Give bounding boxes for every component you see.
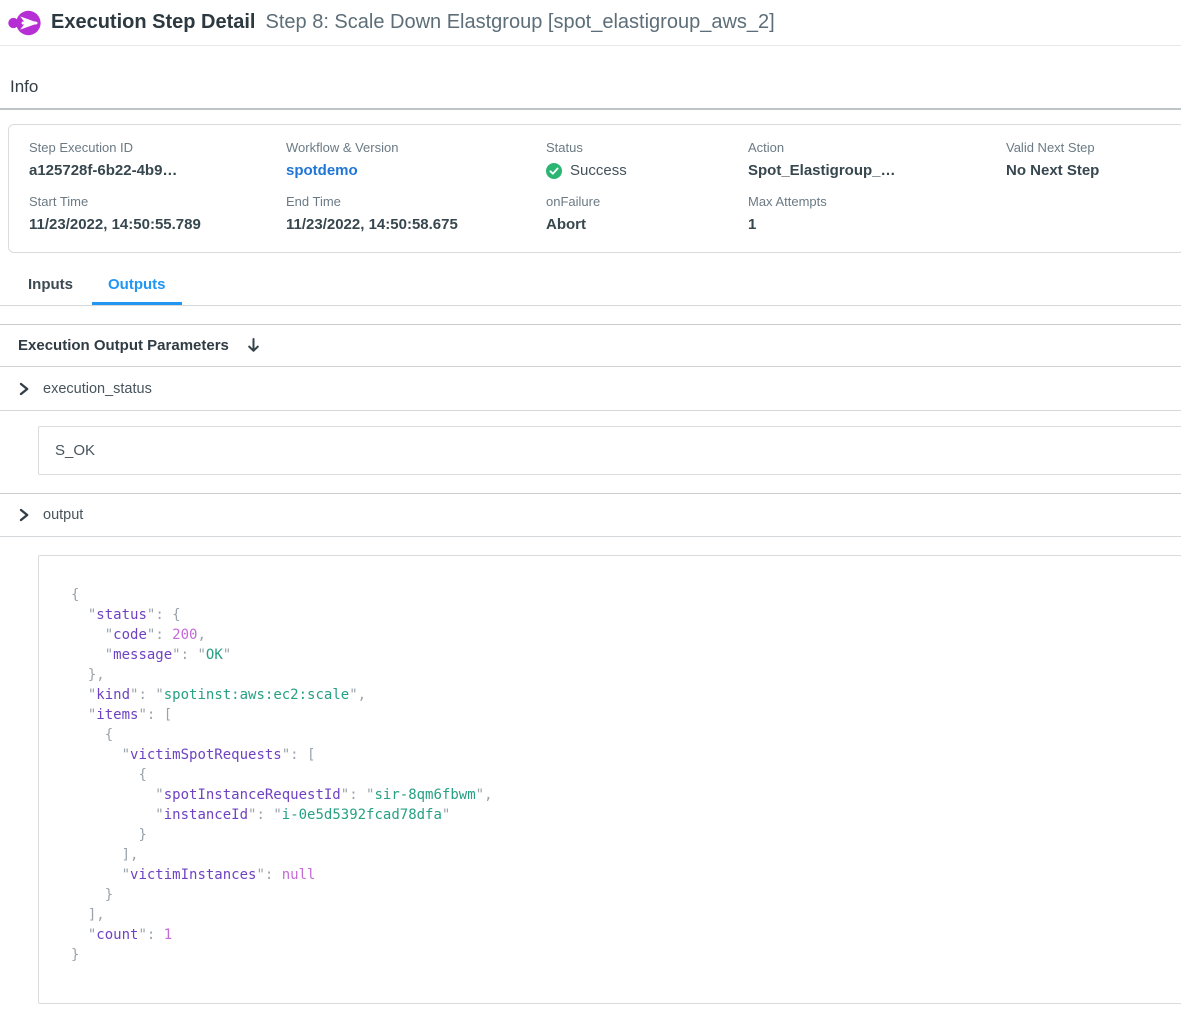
tab-outputs[interactable]: Outputs xyxy=(92,276,182,305)
chevron-right-icon[interactable] xyxy=(18,382,30,396)
info-field-onfailure: onFailure Abort xyxy=(546,194,748,233)
info-field-end-time: End Time 11/23/2022, 14:50:58.675 xyxy=(286,194,546,233)
info-field-action: Action Spot_Elastigroup_… xyxy=(748,140,1006,179)
info-section-heading: Info xyxy=(0,77,1181,110)
page-subtitle: Step 8: Scale Down Elastgroup [spot_elas… xyxy=(266,11,775,34)
info-card: Step Execution ID a125728f-6b22-4b9… Wor… xyxy=(8,124,1181,253)
status-text: Success xyxy=(570,162,627,179)
param-name: execution_status xyxy=(43,381,152,397)
collapse-all-icon[interactable] xyxy=(246,337,261,354)
info-field-valid-next-step: Valid Next Step No Next Step xyxy=(1006,140,1164,179)
status-badge: Success xyxy=(546,162,748,179)
info-field-start-time: Start Time 11/23/2022, 14:50:55.789 xyxy=(29,194,286,233)
page-title: Execution Step Detail xyxy=(51,11,256,34)
json-output: { "status": { "code": 200, "message": "O… xyxy=(71,585,1152,965)
param-row-execution-status[interactable]: execution_status xyxy=(0,367,1181,411)
tab-bar: Inputs Outputs xyxy=(0,270,1181,306)
info-field-empty xyxy=(1006,194,1164,233)
execution-status-value: S_OK xyxy=(55,442,95,459)
workflow-link[interactable]: spotdemo xyxy=(286,162,546,179)
param-row-output[interactable]: output xyxy=(0,493,1181,537)
outputs-parameters-heading: Execution Output Parameters xyxy=(18,337,229,354)
tab-inputs[interactable]: Inputs xyxy=(28,276,73,305)
execution-status-value-box: S_OK xyxy=(38,426,1181,475)
outputs-parameters-header: Execution Output Parameters xyxy=(0,324,1181,367)
chevron-right-icon[interactable] xyxy=(18,508,30,522)
info-field-workflow-version: Workflow & Version spotdemo xyxy=(286,140,546,179)
output-value-box: { "status": { "code": 200, "message": "O… xyxy=(38,555,1181,1004)
info-field-max-attempts: Max Attempts 1 xyxy=(748,194,1006,233)
info-field-status: Status Success xyxy=(546,140,748,179)
success-check-icon xyxy=(546,163,562,179)
info-field-step-execution-id: Step Execution ID a125728f-6b22-4b9… xyxy=(29,140,286,179)
app-logo-icon xyxy=(8,8,41,38)
param-name: output xyxy=(43,507,83,523)
page-header: Execution Step Detail Step 8: Scale Down… xyxy=(0,0,1181,46)
